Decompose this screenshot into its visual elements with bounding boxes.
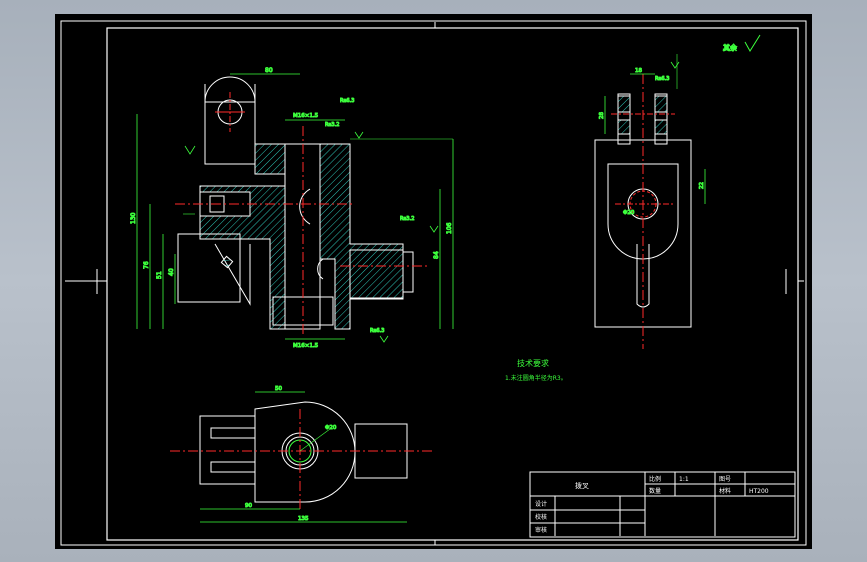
dim-bottom-width-1: 90 <box>245 503 252 509</box>
dim-total-height: 130 <box>130 212 137 224</box>
material-value: HT200 <box>749 488 769 495</box>
dim-thread-top: M16×1.5 <box>293 113 319 119</box>
tech-req-title: 技术要求 <box>517 358 549 368</box>
quantity-label: 数量 <box>649 487 661 495</box>
dim-top-width: 80 <box>265 67 273 74</box>
finish-label-2: Ra6.3 <box>340 98 354 104</box>
dim-side-height: 28 <box>599 112 605 119</box>
drawing-no-label: 图号 <box>719 476 731 483</box>
tech-requirements: 技术要求 1.未注圆角半径为R3。 <box>505 358 567 382</box>
finish-label-1: Ra3.2 <box>325 122 339 128</box>
other-finish-symbol: 其余 <box>723 34 761 53</box>
approver-label: 审核 <box>535 526 547 534</box>
dim-left-height-2: 51 <box>156 271 163 279</box>
scale-label: 比例 <box>649 475 661 483</box>
checker-label: 校核 <box>535 513 547 521</box>
finish-label-3: Ra3.2 <box>400 216 414 222</box>
other-finish-label: 其余 <box>723 43 737 52</box>
dim-side-top: 18 <box>635 68 642 74</box>
tech-req-note: 1.未注圆角半径为R3。 <box>505 374 567 382</box>
designer-label: 设计 <box>535 500 547 508</box>
part-name: 拨叉 <box>575 481 589 490</box>
front-ear <box>204 101 256 165</box>
scale-value: 1:1 <box>679 476 689 483</box>
top-hub <box>254 401 356 503</box>
body-right-hatch <box>319 143 404 330</box>
dim-right-height-2: 84 <box>433 251 440 259</box>
dim-side-right: 22 <box>699 182 705 189</box>
top-view <box>170 401 435 509</box>
dim-top-hole: Φ20 <box>325 425 337 431</box>
dim-bottom-width-2: 135 <box>298 516 309 522</box>
material-label: 材料 <box>719 487 731 495</box>
dim-left-height-1: 76 <box>143 261 150 269</box>
dim-thread-bottom: M16×1.5 <box>293 343 319 349</box>
finish-side: Ra6.3 <box>655 76 669 82</box>
dim-right-height-1: 106 <box>446 222 453 234</box>
drawing-svg: 80 130 76 51 40 106 84 M16×1.5 M16×1.5 R… <box>60 20 807 546</box>
title-block <box>529 471 796 538</box>
cad-canvas[interactable]: 80 130 76 51 40 106 84 M16×1.5 M16×1.5 R… <box>55 14 812 549</box>
finish-label-4: Ra6.3 <box>370 328 384 334</box>
dim-hole-diam: Φ20 <box>623 210 635 216</box>
dim-left-height-3: 40 <box>168 268 175 276</box>
outer-frame <box>60 20 807 546</box>
side-view <box>594 74 692 349</box>
dim-top-view-width: 50 <box>275 386 282 392</box>
